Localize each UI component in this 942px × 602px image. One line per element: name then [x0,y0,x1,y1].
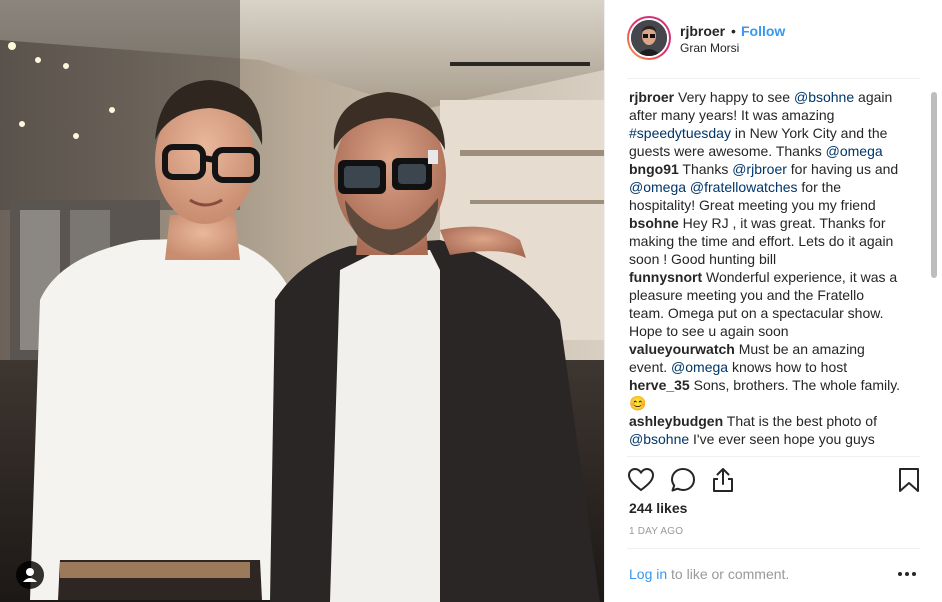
likes-count[interactable]: 244 likes [629,500,687,516]
mention-link[interactable]: @omega [671,359,728,375]
comment-item: rjbroer Very happy to see @bsohne again … [629,88,901,160]
post-header: rjbroer • Follow Gran Morsi [605,0,942,78]
comment-text: knows how to host [728,359,848,375]
comment-text: Thanks [678,161,733,177]
comment-bubble-icon [671,468,695,492]
comment-item: valueyourwatch Must be an amazing event.… [629,340,901,376]
divider [627,78,920,79]
login-prompt: Log in to like or comment. [629,566,789,582]
post-sidebar: rjbroer • Follow Gran Morsi rjbroer Very… [604,0,942,602]
avatar-image [631,20,667,56]
login-link[interactable]: Log in [629,566,667,582]
mention-link[interactable]: @rjbroer [732,161,787,177]
post-image [0,0,604,602]
separator-dot: • [731,23,736,39]
comment-item: funnysnort Wonderful experience, it was … [629,268,901,340]
mention-link[interactable]: @omega [826,143,883,159]
comment-text: I've ever seen hope you guys [689,431,875,447]
comment-username[interactable]: bngo91 [629,161,679,177]
comment-item: bsohne Hey RJ , it was great. Thanks for… [629,214,901,268]
follow-button[interactable]: Follow [741,23,785,39]
post-location[interactable]: Gran Morsi [680,41,739,55]
avatar[interactable] [627,16,671,60]
comment-username[interactable]: herve_35 [629,377,690,393]
divider [627,548,920,549]
heart-icon [627,467,655,492]
save-button[interactable] [895,466,923,494]
post-username[interactable]: rjbroer [680,23,725,39]
hashtag-link[interactable]: #speedytuesday [629,125,731,141]
comment-item: herve_35 Sons, brothers. The whole famil… [629,376,901,412]
comment-text: for having us and [786,161,899,177]
comment-text: Very happy to see [674,89,794,105]
post-photo[interactable] [0,0,604,602]
share-icon [713,468,733,492]
comments-list[interactable]: rjbroer Very happy to see @bsohne again … [629,88,901,452]
comment-button[interactable] [669,466,697,494]
person-icon [23,568,37,582]
comment-username[interactable]: bsohne [629,215,679,231]
divider [627,456,920,457]
more-options-button[interactable] [895,564,919,584]
comment-text: Sons, brothers. The whole family. [689,377,901,393]
emoji: 😊 [629,395,647,411]
action-bar [627,466,921,494]
mention-link[interactable]: @bsohne [794,89,854,105]
more-options-icon [898,572,916,576]
comment-item: bngo91 Thanks @rjbroer for having us and… [629,160,901,214]
scrollbar-thumb[interactable] [931,92,937,278]
login-suffix: to like or comment. [667,566,790,582]
post-timestamp: 1 DAY AGO [629,526,684,537]
comment-username[interactable]: ashleybudgen [629,413,723,429]
comment-text: That is the best photo of [723,413,877,429]
share-button[interactable] [709,466,737,494]
bookmark-icon [899,468,919,492]
mention-link[interactable]: @bsohne [629,431,689,447]
mention-link[interactable]: @omega [629,179,686,195]
mention-link[interactable]: @fratellowatches [690,179,798,195]
like-button[interactable] [627,466,655,494]
comment-username[interactable]: rjbroer [629,89,674,105]
comment-username[interactable]: valueyourwatch [629,341,735,357]
comment-item: ashleybudgen That is the best photo of @… [629,412,901,448]
comment-username[interactable]: funnysnort [629,269,702,285]
user-tag-button[interactable] [16,561,44,589]
comments-scrollbar[interactable] [931,90,937,450]
